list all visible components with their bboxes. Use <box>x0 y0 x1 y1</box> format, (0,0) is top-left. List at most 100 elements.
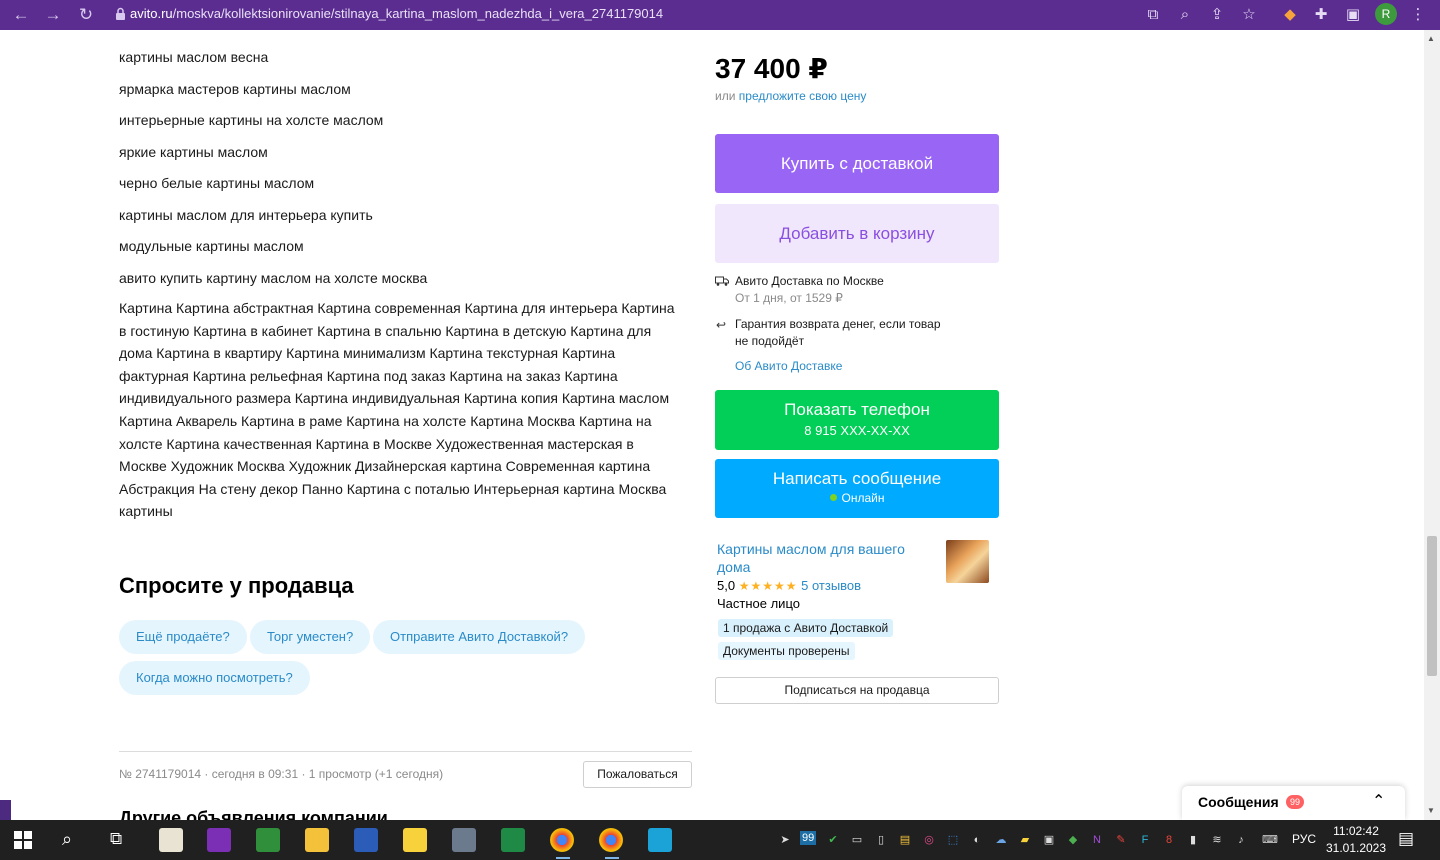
sidepanel-icon[interactable]: ▣ <box>1341 3 1365 27</box>
chevron-up-icon[interactable]: ⌃ <box>1372 791 1385 811</box>
scroll-thumb[interactable] <box>1427 536 1437 676</box>
active-indicator <box>605 857 619 859</box>
bookmark-star-icon[interactable]: ☆ <box>1237 3 1261 27</box>
keyboard-icon[interactable]: ⌨ <box>1259 832 1281 848</box>
language-indicator[interactable]: РУС <box>1292 832 1316 846</box>
quick-question-chip[interactable]: Ещё продаёте? <box>119 620 247 654</box>
tray-counter[interactable]: 99 <box>800 831 817 845</box>
messages-panel[interactable]: Сообщения 99 ⌃ <box>1182 786 1405 820</box>
offer-prefix: или <box>715 89 736 103</box>
monitor-tray-icon[interactable]: ▭ <box>849 832 865 848</box>
cloud-tray-icon[interactable]: ☁ <box>993 832 1009 848</box>
guarantee-line-1: Гарантия возврата денег, если товар <box>735 317 941 331</box>
menu-dots-icon[interactable]: ⋮ <box>1406 3 1430 27</box>
other-items-title: Другие объявления компании <box>119 808 388 820</box>
file-explorer-icon[interactable] <box>305 828 329 852</box>
volume-icon[interactable]: ♪ <box>1233 832 1249 848</box>
rating-stars-icon: ★★★★★ <box>738 579 798 593</box>
scrollbar[interactable]: ▲ ▼ <box>1424 30 1440 820</box>
add-to-cart-button[interactable]: Добавить в корзину <box>715 204 999 263</box>
reload-icon[interactable]: ↻ <box>74 3 98 27</box>
address-bar[interactable]: avito.ru/moskva/kollektsionirovanie/stil… <box>130 6 663 21</box>
write-message-button[interactable]: Написать сообщение Онлайн <box>715 459 999 518</box>
clock-time[interactable]: 11:02:42 <box>1327 824 1385 838</box>
side-tab[interactable] <box>0 800 11 820</box>
snip-tray-icon[interactable]: ⬚ <box>945 832 961 848</box>
notification-center-icon[interactable]: ▤ <box>1398 829 1414 849</box>
pin-tray-icon[interactable]: ◎ <box>921 832 937 848</box>
clock-date[interactable]: 31.01.2023 <box>1324 841 1388 855</box>
tag-link[interactable]: ярмарка мастеров картины маслом <box>119 81 351 97</box>
sticky-tray-icon[interactable]: ▰ <box>1017 832 1033 848</box>
extensions-icon[interactable]: ✚ <box>1309 3 1333 27</box>
battery-icon[interactable]: ▮ <box>1185 832 1201 848</box>
app-icon[interactable] <box>452 828 476 852</box>
show-phone-label: Показать телефон <box>784 400 930 419</box>
description-line: Картина Акварель Картина в раме Картина … <box>119 412 652 429</box>
delivery-title: Авито Доставка по Москве <box>735 274 884 288</box>
sticky-notes-icon[interactable] <box>403 828 427 852</box>
forward-icon[interactable]: → <box>41 3 65 27</box>
tag-link[interactable]: яркие картины маслом <box>119 144 268 160</box>
profile-avatar[interactable]: R <box>1375 3 1397 25</box>
note-tray-icon[interactable]: ▤ <box>897 832 913 848</box>
translate-icon[interactable]: ⧉ <box>1141 3 1165 27</box>
onenote-tray-icon[interactable]: N <box>1089 832 1105 848</box>
quick-question-chip[interactable]: Торг уместен? <box>250 620 371 654</box>
about-delivery-link[interactable]: Об Авито Доставке <box>735 358 842 375</box>
windows-start-icon[interactable] <box>14 831 32 849</box>
scroll-up-icon[interactable]: ▲ <box>1427 34 1435 43</box>
fx-tray-icon[interactable]: F <box>1137 832 1153 848</box>
skype-app-icon[interactable] <box>648 828 672 852</box>
quick-question-chip[interactable]: Отправите Авито Доставкой? <box>373 620 586 654</box>
windows-taskbar: ⌕ ⧉ ➤ 99 ✔ ▭ ▯ ▤ ◎ ⬚ ◐ ☁ ▰ ▣ ◆ N ✎ F 8 ▮… <box>0 820 1440 860</box>
onenote-app-icon[interactable] <box>207 828 231 852</box>
word-app-icon[interactable] <box>354 828 378 852</box>
window-tray-icon[interactable]: ▣ <box>1041 832 1057 848</box>
tag-link[interactable]: интерьерные картины на холсте маслом <box>119 112 383 128</box>
zoom-icon[interactable]: ⌕ <box>1173 3 1197 27</box>
chrome-profile-app-icon[interactable] <box>599 828 623 852</box>
online-label: Онлайн <box>841 491 885 505</box>
shield-tray-icon[interactable]: ✔ <box>825 832 841 848</box>
scroll-down-icon[interactable]: ▼ <box>1427 806 1435 815</box>
chrome-app-icon[interactable] <box>550 828 574 852</box>
telegram-tray-icon[interactable]: ➤ <box>777 832 793 848</box>
quick-question-chip[interactable]: Когда можно посмотреть? <box>119 661 310 695</box>
file-tray-icon[interactable]: ▯ <box>873 832 889 848</box>
sync-tray-icon[interactable]: ◐ <box>969 832 985 848</box>
divider <box>119 751 692 752</box>
messages-title: Сообщения <box>1198 794 1279 810</box>
subscribe-seller-button[interactable]: Подписаться на продавца <box>715 677 999 704</box>
metamask-icon[interactable]: ◆ <box>1278 3 1302 27</box>
tag-link[interactable]: картины маслом для интерьера купить <box>119 207 373 223</box>
seller-name-link[interactable]: Картины маслом для вашего дома <box>717 540 932 576</box>
search-icon[interactable]: ⌕ <box>62 829 72 850</box>
excel-app-icon[interactable] <box>501 828 525 852</box>
offer-price-line: или предложите свою цену <box>715 89 866 103</box>
tag-link[interactable]: картины маслом весна <box>119 49 268 65</box>
documents-badge: Документы проверены <box>718 642 855 660</box>
complain-button[interactable]: Пожаловаться <box>583 761 692 788</box>
seller-avatar[interactable] <box>946 540 989 583</box>
tag-link[interactable]: авито купить картину маслом на холсте мо… <box>119 270 427 286</box>
active-indicator <box>556 857 570 859</box>
notes-app-icon[interactable] <box>256 828 280 852</box>
task-view-icon[interactable]: ⧉ <box>110 829 122 849</box>
tag-link[interactable]: черно белые картины маслом <box>119 175 314 191</box>
show-phone-button[interactable]: Показать телефон 8 915 XXX-XX-XX <box>715 390 999 450</box>
reviews-link[interactable]: 5 отзывов <box>801 578 861 593</box>
offer-price-link[interactable]: предложите свою цену <box>739 89 867 103</box>
back-icon[interactable]: ← <box>9 3 33 27</box>
sales-badge: 1 продажа с Авито Доставкой <box>718 619 894 637</box>
notepad-app-icon[interactable] <box>159 828 183 852</box>
wifi-icon[interactable]: ≋ <box>1209 832 1225 848</box>
share-icon[interactable]: ⇪ <box>1205 3 1229 27</box>
app-tray-icon[interactable]: 8 <box>1161 832 1177 848</box>
buy-with-delivery-button[interactable]: Купить с доставкой <box>715 134 999 193</box>
browser-toolbar: ← → ↻ avito.ru/moskva/kollektsionirovani… <box>0 0 1440 30</box>
online-dot-icon <box>829 494 837 501</box>
tag-link[interactable]: модульные картины маслом <box>119 238 304 254</box>
network-app-tray-icon[interactable]: ◆ <box>1065 832 1081 848</box>
tool-tray-icon[interactable]: ✎ <box>1113 832 1129 848</box>
